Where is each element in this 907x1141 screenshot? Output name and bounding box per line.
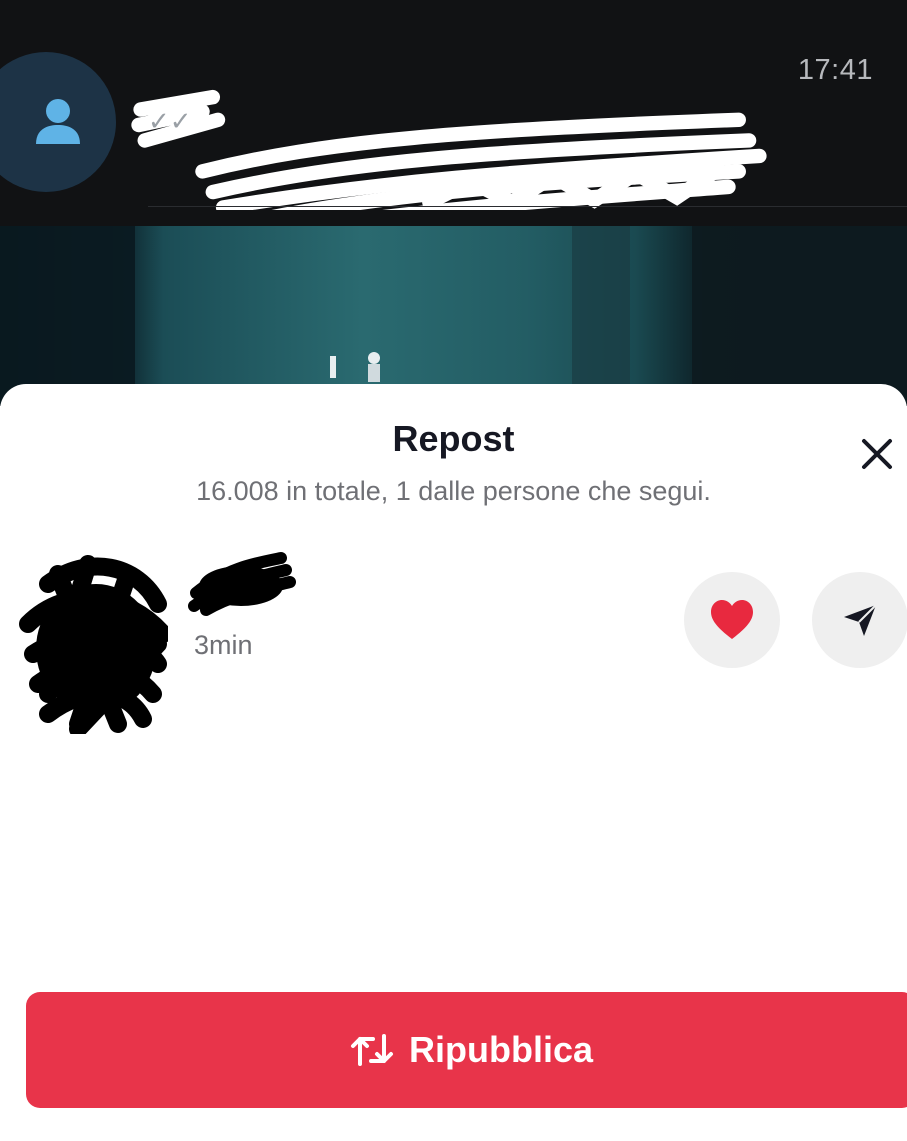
user-name-redacted[interactable] [186,548,296,618]
send-icon [844,604,877,636]
repost-time: 3min [194,630,253,660]
video-background [0,226,907,406]
person-icon [36,99,80,144]
like-button[interactable] [684,572,780,668]
send-button[interactable] [812,572,907,668]
notification-time: 17:41 [797,54,873,86]
divider [148,206,907,207]
read-receipt-icon: ✓✓ [148,106,192,136]
chat-notification[interactable]: ✓✓ 17:41 [0,0,907,226]
heart-icon [711,600,753,639]
repost-button[interactable]: Ripubblica [26,992,907,1108]
repost-icon [350,1034,393,1066]
sheet-title: Repost [392,418,515,459]
close-icon [862,439,892,469]
repost-sheet: Repost 16.008 in totale, 1 dalle persone… [0,384,907,1141]
repost-button-label: Ripubblica [408,1029,593,1070]
avatar[interactable] [18,544,168,734]
contact-avatar [0,52,116,192]
close-button[interactable] [857,434,897,474]
repost-count-summary: 16.008 in totale, 1 dalle persone che se… [196,476,711,506]
list-item: 3min [0,524,907,734]
redacted-message-preview [131,89,767,210]
